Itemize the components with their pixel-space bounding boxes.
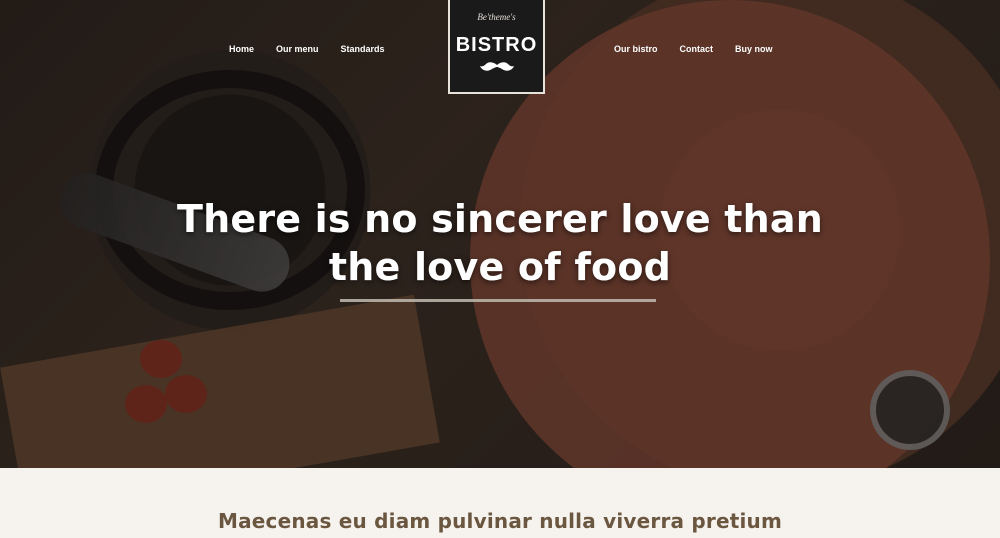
- logo-tagline: Be'theme's: [477, 12, 516, 22]
- hero-banner: Home Our menu Standards Be'theme's BISTR…: [0, 0, 1000, 468]
- intro-heading: Maecenas eu diam pulvinar nulla viverra …: [217, 509, 783, 533]
- nav-our-menu[interactable]: Our menu: [276, 44, 319, 54]
- intro-section: Maecenas eu diam pulvinar nulla viverra …: [0, 468, 1000, 537]
- tomato-image: [140, 340, 182, 378]
- intro-subheading-partial: [0, 532, 1000, 538]
- nav-contact[interactable]: Contact: [680, 44, 714, 54]
- nav-buy-now[interactable]: Buy now: [735, 44, 773, 54]
- logo-title: BISTRO: [455, 34, 538, 56]
- main-nav-left: Home Our menu Standards: [229, 44, 385, 54]
- tomato-image: [165, 375, 207, 413]
- pizza-cutter-image: [870, 370, 950, 450]
- site-logo[interactable]: Be'theme's BISTRO: [448, 0, 545, 94]
- hero-headline-line2: the love of food: [328, 245, 672, 289]
- hero-divider: [340, 299, 656, 302]
- tomato-image: [125, 385, 167, 423]
- nav-home[interactable]: Home: [229, 44, 254, 54]
- nav-our-bistro[interactable]: Our bistro: [614, 44, 658, 54]
- hero-headline-line1: There is no sincerer love than: [176, 197, 824, 241]
- main-nav-right: Our bistro Contact Buy now: [614, 44, 773, 54]
- cutting-board-image: [0, 294, 440, 468]
- nav-standards[interactable]: Standards: [341, 44, 385, 54]
- mustache-icon: [479, 62, 514, 71]
- hero-headline: There is no sincerer love than the love …: [0, 195, 1000, 291]
